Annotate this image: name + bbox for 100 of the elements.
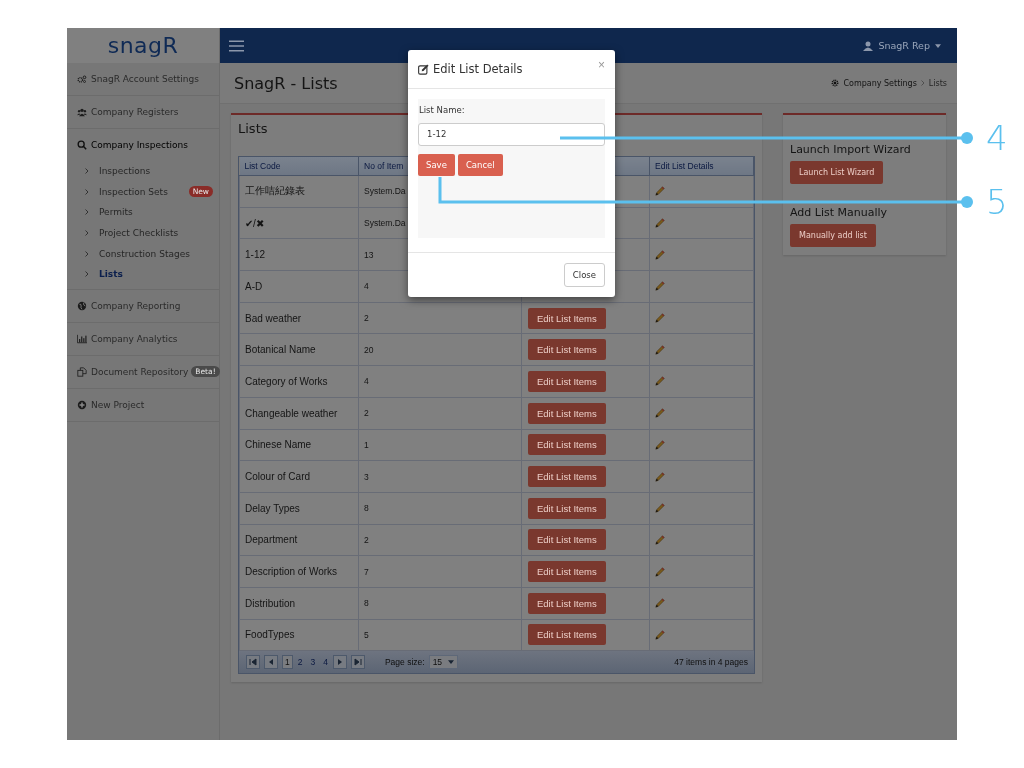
sidebar-subitem[interactable]: Inspections xyxy=(85,166,151,177)
table-cell: System.Da xyxy=(364,186,406,197)
edit-list-items-button[interactable]: Edit List Items xyxy=(528,592,606,614)
edit-list-items-button[interactable]: Edit List Items xyxy=(528,466,606,488)
action-button[interactable]: Launch List Wizard xyxy=(790,161,884,184)
sidebar-subitem[interactable]: Inspection Sets xyxy=(85,186,168,197)
menu-icon[interactable] xyxy=(229,39,244,52)
edit-list-items-button[interactable]: Edit List Items xyxy=(528,434,606,456)
edit-list-items-button[interactable]: Edit List Items xyxy=(528,370,606,392)
pencil-icon[interactable] xyxy=(655,249,665,260)
table-cell: 2 xyxy=(364,534,369,545)
sidebar-subitem[interactable]: Project Checklists xyxy=(85,228,179,239)
pencil-icon[interactable] xyxy=(655,281,665,292)
sidebar-item[interactable]: Document Repository xyxy=(77,366,189,377)
table-cell: 3 xyxy=(364,471,369,482)
column-header[interactable]: Edit List Details xyxy=(649,157,754,176)
chevron-icon xyxy=(85,188,89,195)
table-cell: Bad weather xyxy=(245,312,302,324)
table-cell: 5 xyxy=(364,629,369,640)
pencil-icon[interactable] xyxy=(655,471,665,482)
page-title: SnagR - Lists xyxy=(234,73,338,93)
pencil-icon[interactable] xyxy=(655,629,665,640)
pencil-icon[interactable] xyxy=(655,344,665,355)
edit-list-items-button[interactable]: Edit List Items xyxy=(528,307,606,329)
list-name-field[interactable]: 1-12 xyxy=(418,122,605,146)
edit-list-items-button[interactable]: Edit List Items xyxy=(528,529,606,551)
chevron-icon xyxy=(85,168,89,175)
pencil-icon[interactable] xyxy=(655,566,665,577)
user-menu[interactable]: SnagR Rep xyxy=(863,40,941,51)
gear-icon xyxy=(831,79,840,87)
pencil-icon[interactable] xyxy=(655,534,665,545)
sidebar-item[interactable]: Company Inspections xyxy=(77,140,188,150)
edit-list-items-button[interactable]: Edit List Items xyxy=(528,624,606,646)
first-page-icon xyxy=(249,658,257,667)
pager-summary: 47 items in 4 pages xyxy=(674,657,748,668)
close-button[interactable]: × xyxy=(598,58,605,72)
edit-list-items-button[interactable]: Edit List Items xyxy=(528,561,606,583)
sidebar-subitem[interactable]: Permits xyxy=(85,207,133,218)
sidebar-item[interactable]: Company Registers xyxy=(77,107,179,117)
pencil-icon[interactable] xyxy=(655,313,665,324)
globe-icon xyxy=(77,300,87,311)
edit-list-items-button[interactable]: Edit List Items xyxy=(528,402,606,424)
last-page-icon xyxy=(353,658,362,667)
table-cell: 4 xyxy=(364,281,369,292)
edit-list-items-button[interactable]: Edit List Items xyxy=(528,497,606,519)
table-cell: Chinese Name xyxy=(245,439,312,451)
modal-title: Edit List Details xyxy=(433,62,524,76)
breadcrumb-link[interactable]: Lists xyxy=(928,78,947,88)
next-page-button[interactable] xyxy=(332,655,347,670)
pencil-icon[interactable] xyxy=(655,376,665,387)
page-number[interactable]: 3 xyxy=(307,655,319,670)
pencil-icon[interactable] xyxy=(655,598,665,609)
callout-number: 5 xyxy=(986,182,1008,222)
chevron-icon xyxy=(920,80,925,86)
pencil-icon[interactable] xyxy=(655,408,665,419)
sidebar-item[interactable]: SnagR Account Settings xyxy=(77,74,199,84)
edit-list-items-button[interactable]: Edit List Items xyxy=(528,339,606,361)
table-cell: Description of Works xyxy=(245,566,338,578)
chevron-icon xyxy=(85,230,89,237)
page-number[interactable]: 4 xyxy=(320,655,331,670)
form-button[interactable]: Save xyxy=(418,153,455,176)
table-cell: 2 xyxy=(364,313,369,324)
pencil-icon[interactable] xyxy=(655,439,665,450)
close-button[interactable]: Close xyxy=(563,263,605,287)
table-cell: ✔/✖ xyxy=(245,217,264,229)
page-number[interactable]: 2 xyxy=(294,655,306,670)
section-heading: Launch Import Wizard xyxy=(790,143,912,156)
form-button[interactable]: Cancel xyxy=(457,153,503,176)
next-icon xyxy=(335,658,344,667)
page-size-label: Page size: xyxy=(384,657,425,668)
chevron-icon xyxy=(85,209,89,216)
callout-number: 4 xyxy=(986,118,1008,158)
sidebar-subitem[interactable]: Lists xyxy=(85,269,123,280)
page-size-dropdown[interactable]: 15 xyxy=(428,655,459,670)
pencil-icon[interactable] xyxy=(655,186,665,197)
table-cell: 13 xyxy=(364,249,374,260)
table-cell: Distribution xyxy=(245,597,296,609)
breadcrumb-link[interactable]: Company Settings xyxy=(843,78,917,88)
pencil-icon[interactable] xyxy=(655,503,665,514)
column-header[interactable]: List Code xyxy=(239,157,359,176)
table-cell: Colour of Card xyxy=(245,471,311,483)
previous-page-button[interactable] xyxy=(264,655,278,670)
panel-title: Lists xyxy=(238,121,268,136)
section-heading: Add List Manually xyxy=(790,206,889,219)
table-cell: 1-12 xyxy=(245,249,265,261)
first-page-button[interactable] xyxy=(246,655,260,670)
table-cell: 8 xyxy=(364,598,369,609)
pencil-icon[interactable] xyxy=(655,218,665,229)
sidebar-item[interactable]: New Project xyxy=(77,399,145,410)
sidebar-item[interactable]: Company Analytics xyxy=(77,333,178,344)
table-cell: 8 xyxy=(364,503,369,514)
chevron-icon xyxy=(85,250,89,257)
table-cell: FoodTypes xyxy=(245,629,295,641)
table-cell: Department xyxy=(245,534,298,546)
action-button[interactable]: Manually add list xyxy=(790,224,876,247)
page-number[interactable]: 1 xyxy=(282,655,293,670)
table-cell: 20 xyxy=(364,344,374,355)
sidebar-subitem[interactable]: Construction Stages xyxy=(85,248,190,259)
last-page-button[interactable] xyxy=(350,655,365,670)
sidebar-item[interactable]: Company Reporting xyxy=(77,300,181,311)
